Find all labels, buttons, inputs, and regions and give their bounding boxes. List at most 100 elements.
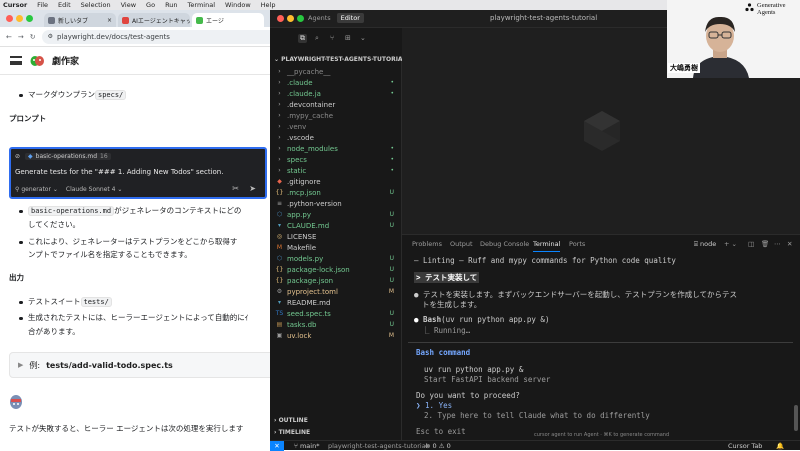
folder-item[interactable]: › specs •	[270, 154, 402, 165]
outline-section[interactable]: › OUTLINE	[274, 417, 308, 424]
file-name: pyproject.toml	[287, 287, 338, 296]
file-item[interactable]: {} package-lock.json U	[270, 264, 402, 275]
folder-item[interactable]: › .claude •	[270, 77, 402, 88]
file-item[interactable]: ⬡ app.py U	[270, 209, 402, 220]
option-yes[interactable]: ❯ 1. Yes	[416, 401, 452, 410]
notifications-icon[interactable]: 🔔	[776, 442, 784, 450]
tab-problems[interactable]: Problems	[412, 240, 442, 248]
folder-item[interactable]: › .vscode	[270, 132, 402, 143]
folder-item[interactable]: › __pycache__	[270, 66, 402, 77]
terminal-scrollbar[interactable]	[794, 405, 798, 431]
close-window-button[interactable]	[6, 15, 13, 22]
explorer-root-title[interactable]: ⌄ PLAYWRIGHT-TEST-AGENTS-TUTORIAL	[274, 56, 406, 63]
prompt-text[interactable]: Generate tests for the "### 1. Adding Ne…	[15, 168, 223, 176]
more-actions-icon[interactable]: ⋯	[774, 240, 781, 248]
browser-tab[interactable]: AIエージェントキャッチアップ #×	[118, 13, 190, 27]
minimize-window-button[interactable]	[16, 15, 23, 22]
site-info-icon[interactable]: ⚙	[48, 33, 53, 40]
new-terminal-icon[interactable]: + ⌄	[724, 240, 737, 248]
example-details-toggle[interactable]: ▶ 例: tests/add-valid-todo.spec.ts	[9, 352, 270, 378]
kill-terminal-icon[interactable]: 🗑	[761, 240, 769, 248]
timeline-section[interactable]: › TIMELINE	[274, 429, 310, 436]
problems-indicator[interactable]: ⊗ 0 ⚠ 0	[425, 442, 451, 450]
file-item[interactable]: ⚙ pyproject.toml M	[270, 286, 402, 297]
menubar-item-view[interactable]: View	[121, 1, 136, 9]
file-name: models.py	[287, 254, 324, 263]
browser-tab[interactable]: エージ	[192, 13, 264, 27]
context-file-name: basic-operations.md	[35, 153, 98, 160]
minimize-window-button[interactable]	[287, 15, 294, 22]
send-icon[interactable]: ➤	[249, 184, 256, 193]
tab-agents[interactable]: Agents	[304, 13, 335, 23]
close-panel-icon[interactable]: ✕	[787, 240, 792, 248]
branch-indicator[interactable]: ⑂ main*	[294, 442, 319, 450]
menubar-item-selection[interactable]: Selection	[81, 1, 111, 9]
folder-item[interactable]: › .claude.ja •	[270, 88, 402, 99]
source-control-icon[interactable]: ⑂	[330, 34, 334, 42]
file-item[interactable]: ▾ CLAUDE.md U	[270, 220, 402, 231]
zoom-window-button[interactable]	[297, 15, 304, 22]
tab-ports[interactable]: Ports	[569, 240, 585, 248]
file-item[interactable]: {} .mcp.json U	[270, 187, 402, 198]
file-item[interactable]: ▤ tasks.db U	[270, 319, 402, 330]
file-file-icon: ≡	[276, 200, 283, 207]
file-name: specs	[287, 155, 307, 164]
file-name: __pycache__	[287, 67, 331, 76]
files-icon[interactable]: ⧉	[298, 34, 307, 43]
menubar-item-terminal[interactable]: Terminal	[188, 1, 215, 9]
tab-editor[interactable]: Editor	[336, 13, 364, 23]
attach-icon[interactable]: ⊘	[15, 153, 20, 160]
close-tab-icon[interactable]: ×	[107, 17, 112, 24]
back-icon[interactable]: ←	[6, 33, 12, 41]
menu-icon[interactable]	[10, 56, 22, 65]
tab-terminal[interactable]: Terminal	[533, 240, 561, 252]
file-item[interactable]: ▣ uv.lock M	[270, 330, 402, 341]
tab-label: AIエージェントキャッチアップ #	[132, 17, 190, 25]
tools-icon[interactable]: ✂	[232, 184, 239, 193]
agent-shortcut-hint: cursor agent to run Agent · ⌘K to genera…	[534, 432, 670, 438]
file-item[interactable]: ◎ LICENSE	[270, 231, 402, 242]
cursor-tab-status[interactable]: Cursor Tab	[728, 442, 762, 450]
folder-item[interactable]: › .devcontainer	[270, 99, 402, 110]
chevron-down-icon[interactable]: ⌄	[360, 34, 366, 42]
file-item[interactable]: {} package.json U	[270, 275, 402, 286]
split-terminal-icon[interactable]: ◫	[748, 240, 754, 248]
file-item[interactable]: M Makefile	[270, 242, 402, 253]
project-name[interactable]: playwright-test-agents-tutorial	[328, 442, 428, 450]
menubar-item-help[interactable]: Help	[261, 1, 276, 9]
tab-output[interactable]: Output	[450, 240, 473, 248]
zoom-window-button[interactable]	[26, 15, 33, 22]
menubar-item-edit[interactable]: Edit	[58, 1, 71, 9]
option-other[interactable]: 2. Type here to tell Claude what to do d…	[424, 411, 650, 420]
file-item[interactable]: ≡ .python-version	[270, 198, 402, 209]
menubar-item-run[interactable]: Run	[165, 1, 177, 9]
folder-item[interactable]: › .mypy_cache	[270, 110, 402, 121]
terminal-line: – Linting – Ruff and mypy commands for P…	[414, 256, 676, 265]
tab-debug-console[interactable]: Debug Console	[480, 240, 529, 248]
model-selector[interactable]: Claude Sonnet 4 ⌄	[66, 186, 123, 193]
reload-icon[interactable]: ↻	[30, 33, 36, 41]
mode-selector[interactable]: ⚲ generator ⌄	[15, 186, 58, 193]
file-item[interactable]: ⬡ models.py U	[270, 253, 402, 264]
terminal-selector[interactable]: ⌸ node	[694, 240, 716, 249]
forward-icon[interactable]: →	[18, 33, 24, 41]
folder-item[interactable]: › .venv	[270, 121, 402, 132]
site-title[interactable]: 劇作家	[52, 54, 79, 67]
menubar-item-go[interactable]: Go	[146, 1, 155, 9]
file-item[interactable]: TS seed.spec.ts U	[270, 308, 402, 319]
search-icon[interactable]: ⌕	[315, 34, 319, 43]
folder-item[interactable]: › node_modules •	[270, 143, 402, 154]
file-item[interactable]: ◆ .gitignore	[270, 176, 402, 187]
file-item[interactable]: ▾ README.md	[270, 297, 402, 308]
heading-output: 出力	[9, 273, 24, 282]
menubar-item-cursor[interactable]: Cursor	[3, 1, 27, 9]
folder-item[interactable]: › static •	[270, 165, 402, 176]
menubar-item-window[interactable]: Window	[225, 1, 251, 9]
browser-tab[interactable]: 新しいタブ ×	[44, 13, 116, 27]
copilot-chat-input[interactable]: ⊘ ◆ basic-operations.md 16 Generate test…	[9, 147, 267, 199]
extensions-icon[interactable]: ⊞	[345, 34, 351, 42]
address-bar[interactable]: ⚙ playwright.dev/docs/test-agents	[41, 29, 270, 44]
file-name: static	[287, 166, 307, 175]
menubar-item-file[interactable]: File	[37, 1, 48, 9]
close-window-button[interactable]	[277, 15, 284, 22]
